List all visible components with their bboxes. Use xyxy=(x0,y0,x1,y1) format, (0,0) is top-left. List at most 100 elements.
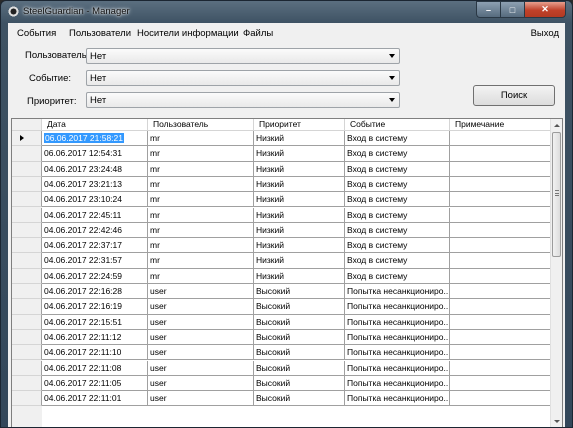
cell-user[interactable]: mr xyxy=(148,253,254,269)
cell-date[interactable]: 04.06.2017 22:11:08 xyxy=(42,360,148,376)
priority-filter-select[interactable]: Нет xyxy=(86,92,400,108)
cell-event[interactable]: Вход в систему xyxy=(345,176,450,193)
cell-note[interactable] xyxy=(450,268,552,284)
cell-event[interactable]: Попытка несанкциониро... xyxy=(345,299,450,315)
vertical-scrollbar[interactable] xyxy=(550,119,562,427)
column-header-priority[interactable]: Приоритет xyxy=(254,119,345,131)
cell-user[interactable]: user xyxy=(148,299,254,315)
cell-priority[interactable]: Высокий xyxy=(254,299,345,315)
row-header[interactable] xyxy=(12,268,42,284)
cell-date[interactable]: 04.06.2017 22:24:59 xyxy=(42,268,148,284)
menu-events[interactable]: События xyxy=(17,28,56,39)
cell-priority[interactable]: Высокий xyxy=(254,345,345,361)
row-header[interactable] xyxy=(12,207,42,223)
cell-date[interactable]: 04.06.2017 22:11:05 xyxy=(42,375,148,392)
cell-note[interactable] xyxy=(450,146,552,162)
cell-note[interactable] xyxy=(450,176,552,193)
cell-event[interactable]: Вход в систему xyxy=(345,207,450,223)
cell-user[interactable]: user xyxy=(148,391,254,407)
cell-user[interactable]: user xyxy=(148,284,254,300)
cell-event[interactable]: Попытка несанкциониро... xyxy=(345,360,450,376)
cell-note[interactable] xyxy=(450,192,552,208)
cell-event[interactable]: Вход в систему xyxy=(345,268,450,284)
maximize-button[interactable]: □ xyxy=(500,1,524,18)
cell-note[interactable] xyxy=(450,345,552,361)
cell-note[interactable] xyxy=(450,207,552,223)
cell-event[interactable]: Вход в систему xyxy=(345,222,450,239)
cell-date[interactable]: 04.06.2017 22:42:46 xyxy=(42,222,148,239)
cell-date[interactable]: 04.06.2017 22:31:57 xyxy=(42,253,148,269)
row-header[interactable] xyxy=(12,146,42,162)
cell-date[interactable]: 04.06.2017 22:16:28 xyxy=(42,284,148,300)
cell-priority[interactable]: Низкий xyxy=(254,268,345,284)
cell-priority[interactable]: Высокий xyxy=(254,329,345,346)
cell-date[interactable]: 04.06.2017 22:11:10 xyxy=(42,345,148,361)
cell-user[interactable]: mr xyxy=(148,146,254,162)
cell-user[interactable]: mr xyxy=(148,222,254,239)
cell-priority[interactable]: Высокий xyxy=(254,314,345,330)
search-button[interactable]: Поиск xyxy=(473,85,555,106)
cell-user[interactable]: mr xyxy=(148,207,254,223)
minimize-button[interactable]: – xyxy=(476,1,500,18)
cell-note[interactable] xyxy=(450,253,552,269)
cell-priority[interactable]: Низкий xyxy=(254,146,345,162)
cell-note[interactable] xyxy=(450,375,552,392)
user-filter-select[interactable]: Нет xyxy=(86,48,400,64)
cell-priority[interactable]: Высокий xyxy=(254,284,345,300)
cell-event[interactable]: Вход в систему xyxy=(345,161,450,177)
menu-media[interactable]: Носители информации xyxy=(137,28,239,39)
cell-date[interactable]: 04.06.2017 22:15:51 xyxy=(42,314,148,330)
cell-user[interactable]: mr xyxy=(148,238,254,254)
menu-users[interactable]: Пользователи xyxy=(69,28,131,39)
cell-note[interactable] xyxy=(450,161,552,177)
row-header[interactable] xyxy=(12,161,42,177)
cell-event[interactable]: Вход в систему xyxy=(345,131,450,147)
column-header-note[interactable]: Примечание xyxy=(450,119,552,131)
cell-date[interactable]: 04.06.2017 22:45:11 xyxy=(42,207,148,223)
cell-user[interactable]: mr xyxy=(148,161,254,177)
cell-priority[interactable]: Низкий xyxy=(254,176,345,193)
cell-note[interactable] xyxy=(450,222,552,239)
cell-date[interactable]: 04.06.2017 22:37:17 xyxy=(42,238,148,254)
cell-date[interactable]: 06.06.2017 12:54:31 xyxy=(42,146,148,162)
cell-user[interactable]: user xyxy=(148,314,254,330)
cell-note[interactable] xyxy=(450,284,552,300)
cell-priority[interactable]: Низкий xyxy=(254,238,345,254)
cell-date[interactable]: 06.06.2017 21:58:21 xyxy=(42,131,148,147)
row-header[interactable] xyxy=(12,299,42,315)
column-header-date[interactable]: Дата xyxy=(42,119,148,131)
cell-event[interactable]: Попытка несанкциониро... xyxy=(345,391,450,407)
cell-user[interactable]: user xyxy=(148,375,254,392)
cell-user[interactable]: mr xyxy=(148,268,254,284)
cell-note[interactable] xyxy=(450,238,552,254)
cell-event[interactable]: Вход в систему xyxy=(345,192,450,208)
row-header[interactable] xyxy=(12,375,42,392)
cell-priority[interactable]: Низкий xyxy=(254,161,345,177)
cell-event[interactable]: Попытка несанкциониро... xyxy=(345,345,450,361)
cell-priority[interactable]: Низкий xyxy=(254,222,345,239)
cell-event[interactable]: Вход в систему xyxy=(345,146,450,162)
cell-note[interactable] xyxy=(450,131,552,147)
row-header[interactable] xyxy=(12,222,42,239)
cell-date[interactable]: 04.06.2017 22:11:01 xyxy=(42,391,148,407)
cell-priority[interactable]: Низкий xyxy=(254,207,345,223)
cell-date[interactable]: 04.06.2017 22:16:19 xyxy=(42,299,148,315)
scroll-up-icon[interactable] xyxy=(551,120,562,131)
cell-user[interactable]: user xyxy=(148,329,254,346)
row-header[interactable] xyxy=(12,345,42,361)
row-header[interactable] xyxy=(12,253,42,269)
event-filter-select[interactable]: Нет xyxy=(86,70,400,86)
menu-exit[interactable]: Выход xyxy=(531,28,559,39)
cell-note[interactable] xyxy=(450,314,552,330)
row-header[interactable] xyxy=(12,314,42,330)
row-header[interactable] xyxy=(12,131,42,147)
row-header[interactable] xyxy=(12,192,42,208)
cell-date[interactable]: 04.06.2017 22:11:12 xyxy=(42,329,148,346)
row-header[interactable] xyxy=(12,176,42,193)
cell-priority[interactable]: Высокий xyxy=(254,375,345,392)
row-header[interactable] xyxy=(12,329,42,346)
row-header[interactable] xyxy=(12,360,42,376)
menu-files[interactable]: Файлы xyxy=(243,28,273,39)
cell-note[interactable] xyxy=(450,299,552,315)
cell-event[interactable]: Вход в систему xyxy=(345,253,450,269)
